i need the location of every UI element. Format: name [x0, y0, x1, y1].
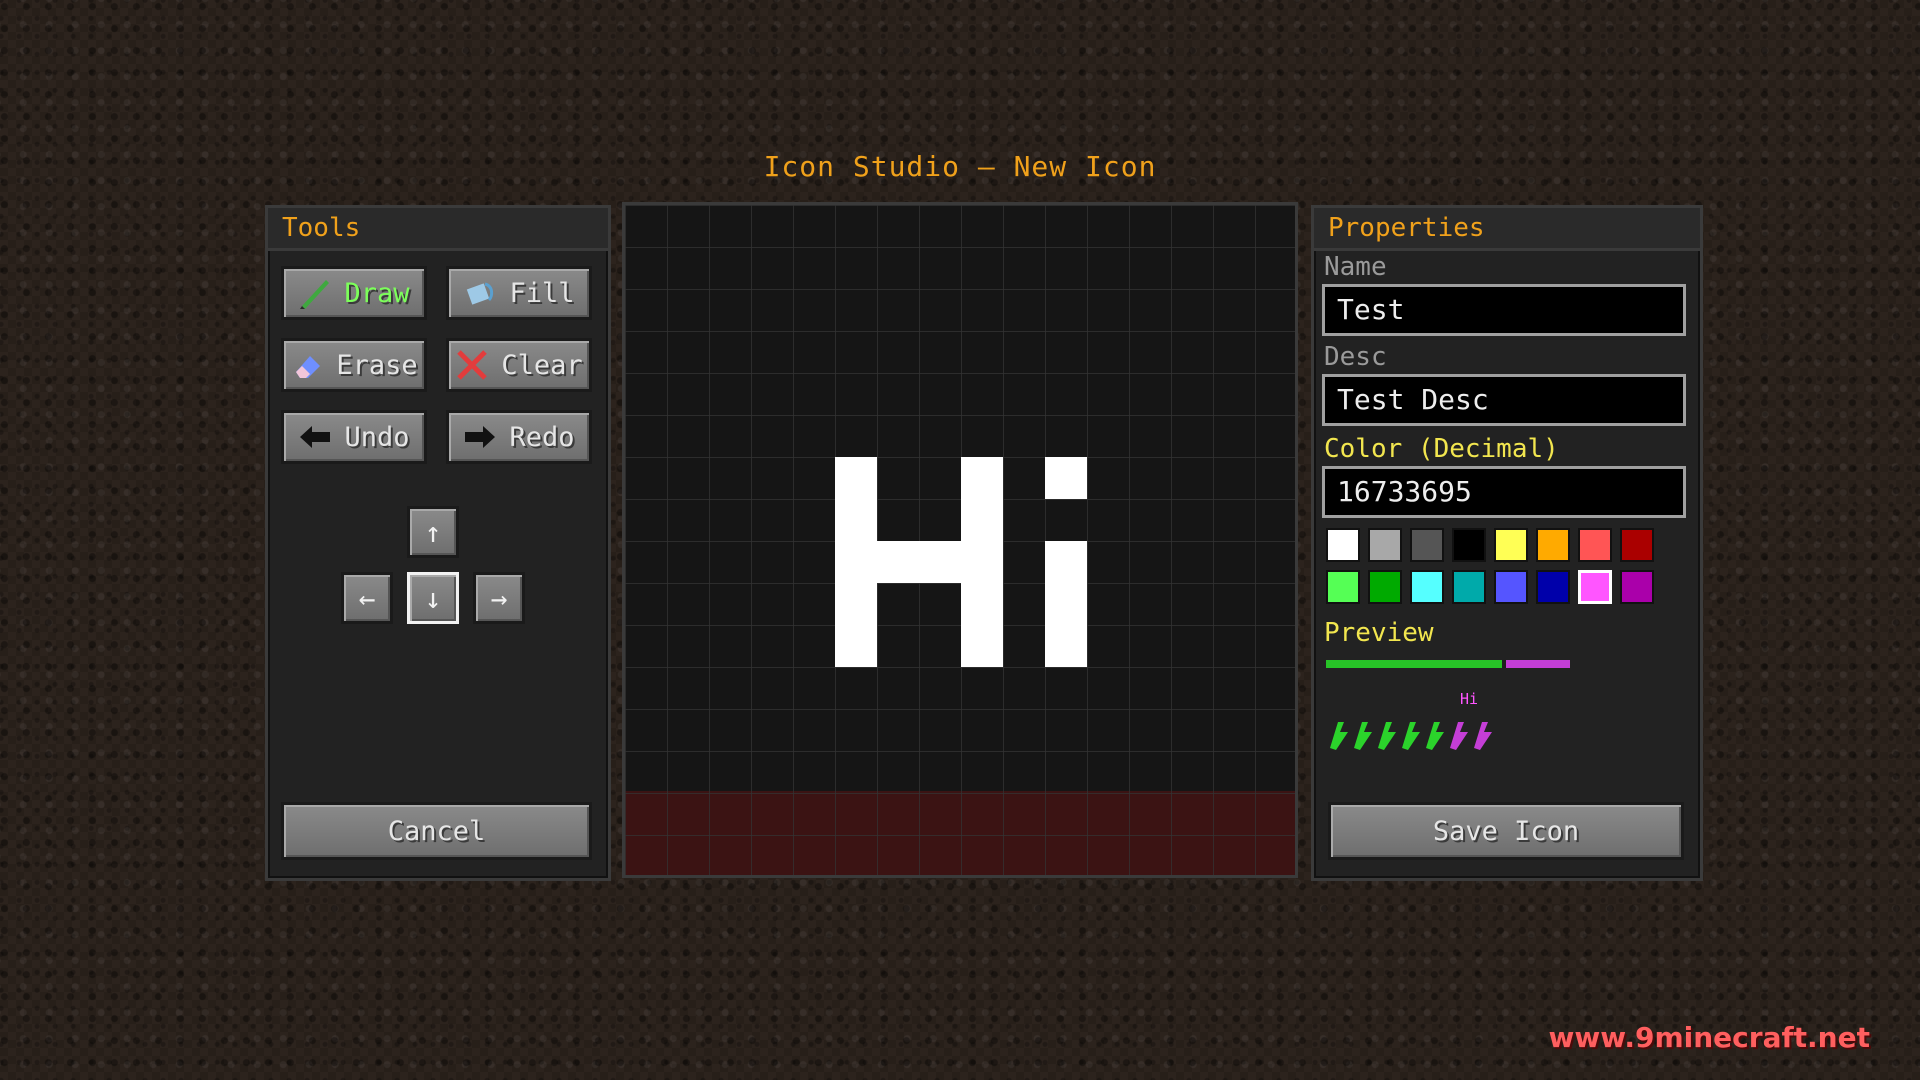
redo-button[interactable]: Redo	[446, 410, 592, 464]
tools-header: Tools	[268, 208, 608, 251]
clear-button[interactable]: Clear	[446, 338, 592, 392]
color-swatch[interactable]	[1452, 528, 1486, 562]
color-swatch[interactable]	[1620, 528, 1654, 562]
color-swatch[interactable]	[1536, 570, 1570, 604]
color-swatch[interactable]	[1326, 570, 1360, 604]
color-swatch[interactable]	[1410, 570, 1444, 604]
color-swatch[interactable]	[1368, 570, 1402, 604]
move-down-button[interactable]: ↓	[407, 572, 459, 624]
bolt-icon-5	[1426, 722, 1444, 750]
move-left-button[interactable]: ←	[341, 572, 393, 624]
canvas-grid	[625, 205, 1295, 875]
preview-label: Preview	[1324, 618, 1434, 648]
color-swatch[interactable]	[1536, 528, 1570, 562]
cancel-label: Cancel	[387, 815, 486, 847]
bolt-icon-1	[1330, 722, 1348, 750]
pencil-icon	[298, 276, 332, 310]
color-swatch[interactable]	[1326, 528, 1360, 562]
color-swatch[interactable]	[1410, 528, 1444, 562]
left-arrow-icon	[298, 420, 332, 454]
move-up-button[interactable]: ↑	[407, 506, 459, 558]
preview-hi-text: Hi	[1460, 690, 1479, 708]
preview-bar-magenta	[1506, 660, 1570, 668]
undo-label: Undo	[344, 421, 410, 453]
bolt-icon-3	[1378, 722, 1396, 750]
preview-icons	[1326, 718, 1496, 756]
fill-button[interactable]: Fill	[446, 266, 592, 320]
color-swatch[interactable]	[1452, 570, 1486, 604]
cancel-button[interactable]: Cancel	[281, 802, 592, 860]
preview-bar	[1326, 660, 1570, 668]
desc-input[interactable]: Test Desc	[1322, 374, 1686, 426]
fill-label: Fill	[509, 277, 575, 309]
color-swatch[interactable]	[1494, 570, 1528, 604]
save-icon-button[interactable]: Save Icon	[1328, 802, 1684, 860]
name-input[interactable]: Test	[1322, 284, 1686, 336]
name-label: Name	[1324, 252, 1387, 282]
right-arrow-icon	[463, 420, 497, 454]
preview-bar-green	[1326, 660, 1502, 668]
color-swatch[interactable]	[1578, 528, 1612, 562]
bolt-icon-4	[1402, 722, 1420, 750]
bolt-icon-7	[1474, 722, 1492, 750]
color-input[interactable]: 16733695	[1322, 466, 1686, 518]
clear-label: Clear	[501, 349, 583, 381]
redo-label: Redo	[509, 421, 575, 453]
erase-button[interactable]: Erase	[281, 338, 427, 392]
draw-button[interactable]: Draw	[281, 266, 427, 320]
undo-button[interactable]: Undo	[281, 410, 427, 464]
red-x-icon	[455, 348, 489, 382]
color-swatch[interactable]	[1578, 570, 1612, 604]
watermark: www.9minecraft.net	[1548, 1021, 1870, 1054]
pixel-canvas[interactable]	[622, 202, 1298, 878]
properties-header: Properties	[1314, 208, 1700, 251]
bucket-icon	[463, 276, 497, 310]
color-label: Color (Decimal)	[1324, 434, 1559, 464]
color-swatch[interactable]	[1620, 570, 1654, 604]
color-swatch[interactable]	[1368, 528, 1402, 562]
save-icon-label: Save Icon	[1432, 815, 1580, 847]
draw-label: Draw	[344, 277, 410, 309]
color-swatch[interactable]	[1494, 528, 1528, 562]
eraser-icon	[290, 348, 324, 382]
erase-label: Erase	[336, 349, 418, 381]
bolt-icon-2	[1354, 722, 1372, 750]
bolt-icon-6	[1450, 722, 1468, 750]
window-title: Icon Studio — New Icon	[763, 150, 1157, 183]
desc-label: Desc	[1324, 342, 1387, 372]
move-right-button[interactable]: →	[473, 572, 525, 624]
